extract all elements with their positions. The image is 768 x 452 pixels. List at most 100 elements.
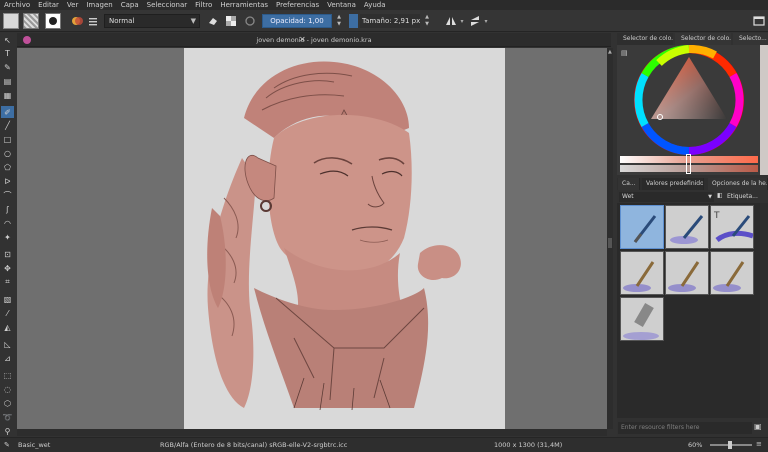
settings-icon[interactable] [86, 14, 100, 28]
blend-mode-select[interactable]: Normal ▼ [104, 14, 200, 28]
freehand-brush-tool-icon[interactable]: ✐ [1, 106, 14, 118]
brush-preset-button[interactable] [45, 13, 61, 29]
pattern-swatch[interactable] [23, 13, 39, 29]
brush-preset-5[interactable] [665, 251, 709, 295]
zoom-slider-handle[interactable] [728, 441, 732, 449]
chevron-down-icon[interactable]: ▾ [458, 14, 466, 28]
preset-tag-row: Wet ▼ ◧ Etiqueta... [617, 191, 768, 203]
resource-filter-input[interactable]: Enter resource filters here [618, 422, 752, 434]
pattern-tool-icon[interactable]: ▦ [1, 89, 14, 101]
dynamic-brush-tool-icon[interactable]: ◠ [1, 217, 14, 229]
workspace-icon[interactable] [752, 14, 766, 28]
menu-ver[interactable]: Ver [67, 1, 78, 9]
tag-search-label: Etiqueta... [727, 193, 758, 200]
gradient-icon[interactable] [70, 14, 84, 28]
menu-bar: Archivo Editar Ver Imagen Capa Seleccion… [0, 0, 768, 10]
mirror-vertical-icon[interactable] [468, 14, 482, 28]
measure-tool-icon[interactable]: ⊿ [1, 352, 14, 364]
size-slider-fill[interactable] [349, 14, 358, 28]
ellipse-select-tool-icon[interactable]: ◌ [1, 383, 14, 395]
polygon-tool-icon[interactable]: ⬠ [1, 161, 14, 173]
menu-filtro[interactable]: Filtro [195, 1, 212, 9]
tab-color-selector-3[interactable]: Selecto... [733, 33, 768, 45]
chevron-down-icon: ▼ [708, 194, 712, 200]
brush-preset-4[interactable] [620, 251, 664, 295]
line-tool-icon[interactable]: ╱ [1, 119, 14, 131]
horizontal-scrollbar[interactable] [17, 429, 607, 436]
freehand-select-tool-icon[interactable]: ➰ [1, 411, 14, 423]
status-preset-name: Basic_wet [18, 441, 51, 449]
close-icon[interactable]: ✕ [299, 35, 309, 45]
move-tool-icon[interactable]: ✥ [1, 262, 14, 274]
assistant-tool-icon[interactable]: ◺ [1, 338, 14, 350]
ellipse-tool-icon[interactable]: ○ [1, 147, 14, 159]
opacity-slider[interactable]: Opacidad: 1,00 [262, 14, 332, 28]
tag-search-field[interactable]: Etiqueta... [727, 192, 763, 202]
preset-tag-value: Wet [622, 193, 634, 200]
freehand-path-tool-icon[interactable]: ʃ [1, 203, 14, 215]
color-wheel[interactable] [629, 45, 749, 155]
chevron-down-icon[interactable]: ▾ [482, 14, 490, 28]
menu-herramientas[interactable]: Herramientas [220, 1, 268, 9]
menu-capa[interactable]: Capa [121, 1, 139, 9]
reference-images-tool-icon[interactable]: ▤ [1, 75, 14, 87]
status-zoom: 60% [688, 441, 703, 449]
tag-icon[interactable]: ◧ [717, 192, 725, 202]
zoom-tool-icon[interactable]: ⚲ [1, 425, 14, 437]
reload-icon[interactable] [243, 14, 257, 28]
scroll-up-icon[interactable]: ▲ [608, 50, 612, 55]
edit-shapes-tool-icon[interactable]: ✎ [1, 61, 14, 73]
menu-icon[interactable]: ≡ [756, 440, 766, 450]
transform-tool-icon[interactable]: ⌗ [1, 276, 14, 288]
preset-tag-select[interactable]: Wet ▼ [619, 192, 714, 202]
menu-seleccionar[interactable]: Seleccionar [147, 1, 188, 9]
color-picker-tool-icon[interactable]: ⁄ [1, 307, 14, 319]
size-spinner[interactable]: ▲ ▼ [421, 14, 433, 28]
polyline-tool-icon[interactable]: ᐅ [1, 175, 14, 187]
gradient-tool-icon[interactable]: ▧ [1, 293, 14, 305]
fill-tool-icon[interactable]: ◭ [1, 321, 14, 333]
brush-preset-3[interactable]: T [710, 205, 754, 249]
menu-editar[interactable]: Editar [38, 1, 59, 9]
text-tool-icon[interactable]: T [1, 47, 14, 59]
brush-preset-1[interactable] [620, 205, 664, 249]
painting-artwork [207, 61, 461, 411]
save-icon[interactable]: ▣ [754, 422, 766, 434]
tab-tool-options[interactable]: Opciones de la he... [708, 178, 768, 190]
menu-ayuda[interactable]: Ayuda [364, 1, 386, 9]
scroll-thumb[interactable] [608, 238, 612, 248]
preserve-alpha-icon[interactable] [224, 14, 238, 28]
bezier-tool-icon[interactable]: ⌒ [1, 189, 14, 201]
rectangle-tool-icon[interactable]: □ [1, 133, 14, 145]
rect-select-tool-icon[interactable]: ⬚ [1, 369, 14, 381]
eraser-icon[interactable] [206, 14, 220, 28]
blend-mode-value: Normal [109, 17, 135, 25]
brush-preset-7[interactable] [620, 297, 664, 341]
mirror-horizontal-icon[interactable] [444, 14, 458, 28]
opacity-spinner[interactable]: ▲ ▼ [333, 14, 345, 28]
tab-categories[interactable]: Ca... [618, 178, 640, 190]
tab-color-selector-1[interactable]: Selector de colo... [617, 33, 673, 45]
presets-scrollbar[interactable] [760, 203, 768, 418]
document-tab[interactable]: joven demonio - joven demonio.kra ✕ [17, 33, 611, 47]
brush-preset-6[interactable] [710, 251, 754, 295]
tool-options-bar: Normal ▼ Opacidad: 1,00 ▲ ▼ Tamaño: 2,91 … [0, 10, 768, 32]
menu-archivo[interactable]: Archivo [4, 1, 30, 9]
multibrush-tool-icon[interactable]: ✦ [1, 231, 14, 243]
brush-preset-2[interactable] [665, 205, 709, 249]
size-slider[interactable]: Tamaño: 2,91 px [360, 14, 420, 28]
status-color-space: RGB/Alfa (Entero de 8 bits/canal) sRGB-e… [160, 441, 348, 449]
menu-ventana[interactable]: Ventana [327, 1, 356, 9]
crop-tool-icon[interactable]: ⊡ [1, 248, 14, 260]
color-history-strip[interactable] [760, 45, 768, 175]
menu-imagen[interactable]: Imagen [86, 1, 112, 9]
foreground-color-swatch[interactable] [3, 13, 19, 29]
select-shapes-tool-icon[interactable]: ↖ [1, 34, 14, 46]
menu-preferencias[interactable]: Preferencias [276, 1, 319, 9]
canvas-paper[interactable] [184, 48, 505, 429]
polygon-select-tool-icon[interactable]: ⬡ [1, 397, 14, 409]
color-slider-handle[interactable] [686, 154, 691, 174]
tab-brush-presets[interactable]: Valores predefinidos... [642, 178, 704, 190]
tab-color-selector-2[interactable]: Selector de colo... [675, 33, 731, 45]
vertical-scrollbar[interactable]: ▲ [607, 48, 613, 429]
